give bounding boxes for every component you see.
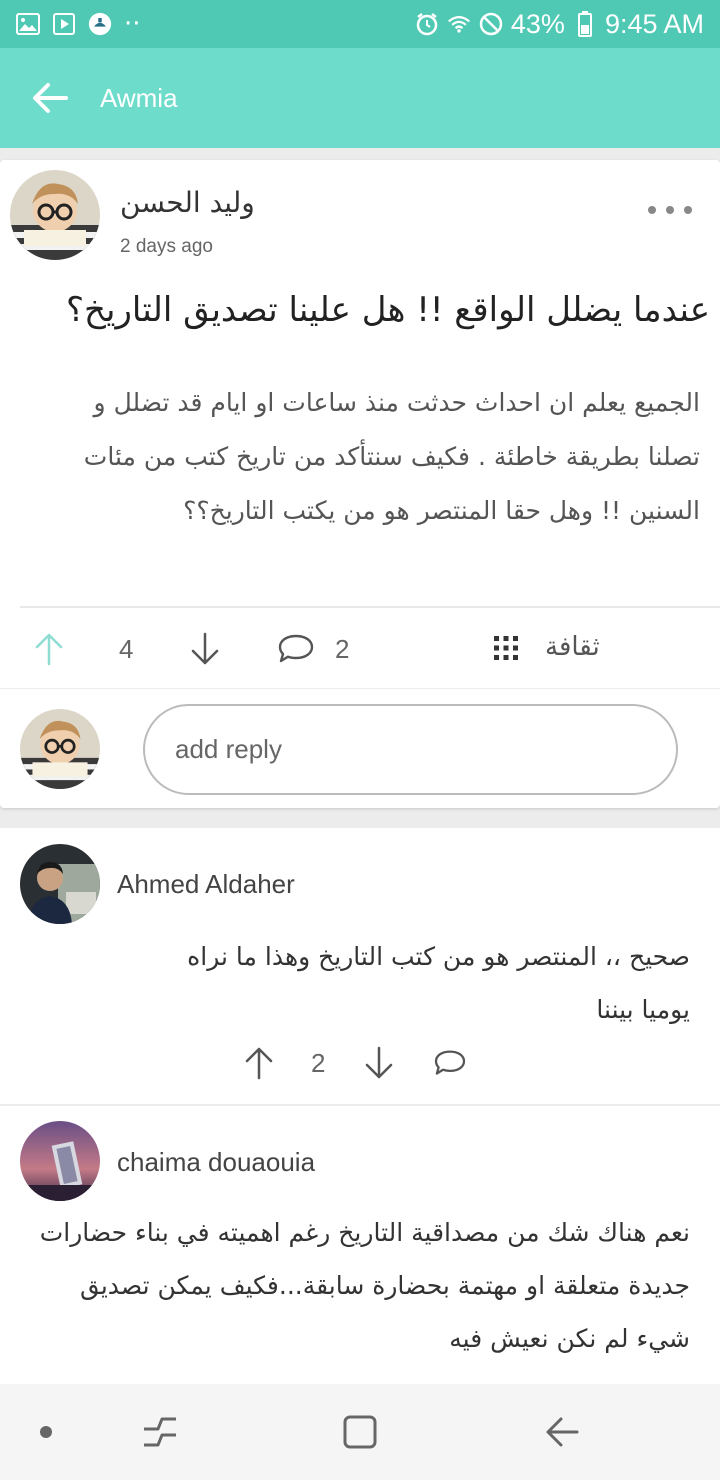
arrow-up-icon bbox=[245, 1047, 273, 1080]
more-options-button[interactable] bbox=[648, 200, 692, 220]
divider bbox=[20, 606, 720, 608]
nav-dot-button[interactable] bbox=[20, 1402, 72, 1462]
commenter-avatar[interactable] bbox=[20, 1121, 100, 1201]
vote-count: 4 bbox=[119, 634, 134, 664]
battery-icon bbox=[573, 11, 597, 37]
post-body: الجميع يعلم ان احداث حدثت منذ ساعات او ا… bbox=[83, 388, 700, 525]
arrow-left-icon bbox=[546, 1417, 579, 1447]
arrow-left-icon bbox=[33, 83, 68, 113]
category-grid-icon bbox=[490, 632, 522, 664]
comment-icon bbox=[278, 634, 314, 663]
post-title: عندما يضلل الواقع !! هل علينا تصديق التا… bbox=[65, 290, 710, 330]
reply-input[interactable]: add reply bbox=[143, 704, 678, 795]
arrow-down-icon bbox=[365, 1046, 393, 1079]
battery-percent: 43% bbox=[510, 8, 565, 39]
card-divider bbox=[0, 688, 720, 689]
comment-upvote-button[interactable] bbox=[238, 1042, 280, 1084]
do-not-disturb-icon bbox=[479, 12, 503, 36]
comment-vote-count: 2 bbox=[311, 1048, 326, 1078]
commenter-avatar[interactable] bbox=[20, 844, 100, 924]
comments-button[interactable] bbox=[274, 628, 318, 670]
more-dot bbox=[666, 206, 674, 214]
app-title: Awmia bbox=[100, 82, 178, 113]
comment-body: نعم هناك شك من مصداقية التاريخ رغم اهميت… bbox=[39, 1218, 690, 1353]
more-notifications-indicator: ·· bbox=[124, 9, 141, 39]
dot-icon bbox=[40, 1426, 52, 1438]
status-bar: ·· 43% 9:45 AM bbox=[0, 0, 720, 48]
app-notification-icon bbox=[88, 12, 112, 36]
back-nav-button[interactable] bbox=[532, 1402, 592, 1462]
upvote-button[interactable] bbox=[28, 628, 70, 670]
comment-count: 2 bbox=[335, 634, 350, 664]
recent-apps-button[interactable] bbox=[130, 1402, 190, 1462]
downvote-button[interactable] bbox=[184, 628, 226, 670]
system-navigation-bar bbox=[0, 1384, 720, 1480]
commenter-name[interactable]: chaima douaouia bbox=[117, 1147, 315, 1178]
category-label[interactable]: ثقافة bbox=[545, 632, 600, 662]
author-name[interactable]: وليد الحسن bbox=[120, 186, 255, 219]
gallery-notification-icon bbox=[16, 12, 40, 36]
author-avatar[interactable] bbox=[10, 170, 100, 260]
home-button[interactable] bbox=[330, 1402, 390, 1462]
current-user-avatar[interactable] bbox=[20, 709, 100, 789]
more-dot bbox=[684, 206, 692, 214]
arrow-up-icon bbox=[35, 633, 63, 666]
comment-body: صحيح ،، المنتصر هو من كتب التاريخ وهذا م… bbox=[187, 942, 690, 1024]
more-dots-icon bbox=[648, 206, 656, 214]
video-notification-icon bbox=[52, 12, 76, 36]
recent-apps-icon bbox=[144, 1417, 176, 1447]
alarm-icon bbox=[415, 12, 439, 36]
comment-downvote-button[interactable] bbox=[358, 1042, 400, 1084]
arrow-down-icon bbox=[191, 632, 219, 665]
wifi-icon bbox=[447, 12, 471, 36]
comment-icon bbox=[434, 1050, 466, 1075]
app-bar: Awmia bbox=[0, 48, 720, 148]
commenter-name[interactable]: Ahmed Aldaher bbox=[117, 869, 295, 900]
back-button[interactable] bbox=[0, 48, 100, 148]
clock: 9:45 AM bbox=[604, 8, 704, 39]
comment-reply-button[interactable] bbox=[430, 1044, 470, 1082]
post-time: 2 days ago bbox=[120, 236, 213, 257]
home-square-icon bbox=[343, 1415, 377, 1449]
